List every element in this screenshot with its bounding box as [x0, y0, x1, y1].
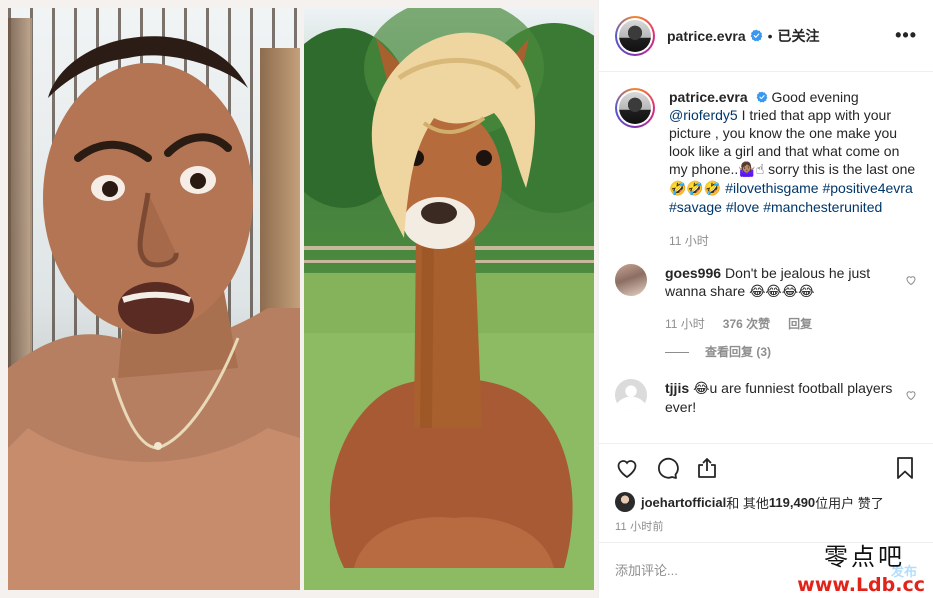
alpaca-photo [304, 8, 594, 590]
hashtag-link[interactable]: #love [726, 199, 759, 215]
comment-meta: 11 小时 376 次赞 回复 [665, 315, 897, 333]
post-header: patrice.evra • 已关注 ••• [599, 0, 933, 72]
caption-username[interactable]: patrice.evra [669, 89, 748, 105]
likes-suffix: 位用户 赞了 [815, 495, 884, 511]
post-image[interactable] [0, 0, 598, 598]
comment-likes[interactable]: 376 次赞 [723, 315, 770, 333]
comment-item: goes996 Don't be jealous he just wanna sh… [615, 264, 917, 361]
caption-avatar[interactable] [615, 88, 655, 128]
comment-emoji: 😂 [693, 381, 710, 397]
more-icon[interactable]: ••• [895, 25, 917, 46]
caption-emoji-1: 🤷🏽‍♀️☝ [738, 162, 765, 178]
caption: patrice.evra Good evening @rioferdy5 I t… [615, 88, 917, 250]
follow-status[interactable]: 已关注 [778, 26, 820, 46]
caption-text-1: Good evening [771, 89, 859, 105]
view-replies-label: 查看回复 (3) [705, 345, 772, 359]
hashtag-link[interactable]: #manchesterunited [763, 199, 882, 215]
share-icon[interactable] [695, 456, 719, 480]
comment-emoji: 😂😂😂😂 [749, 284, 815, 300]
author-username[interactable]: patrice.evra [667, 28, 746, 44]
separator-dot: • [767, 27, 773, 44]
likes-count[interactable]: 119,490 [769, 495, 815, 510]
commenter-username[interactable]: tjjis [665, 380, 689, 396]
verified-icon [756, 89, 772, 105]
comment-time[interactable]: 11 小时 [665, 315, 705, 333]
caption-time[interactable]: 11 小时 [669, 232, 709, 250]
replies-divider [665, 351, 689, 353]
commenter-username[interactable]: goes996 [665, 265, 721, 281]
likes-and: 和 其他 [726, 495, 769, 511]
hashtag-link[interactable]: #ilovethisgame [725, 180, 818, 196]
comment-heart-icon[interactable] [905, 274, 917, 286]
watermark-logo: 零点吧 [824, 543, 905, 571]
liker-username[interactable]: joehartofficial [641, 495, 726, 510]
comment-heart-icon[interactable] [905, 389, 917, 401]
man-photo [8, 8, 300, 590]
heart-icon[interactable] [615, 456, 639, 480]
post-panel: patrice.evra • 已关注 ••• patrice.evra Good… [598, 0, 933, 598]
commenter-avatar[interactable] [615, 379, 647, 411]
caption-emoji-2: 🤣🤣🤣 [669, 181, 722, 197]
caption-text-3: sorry this is the last one [764, 161, 916, 177]
author-avatar[interactable] [615, 15, 655, 56]
bookmark-icon[interactable] [893, 456, 917, 480]
action-bar [599, 444, 933, 492]
hashtag-link[interactable]: #positive4evra [822, 180, 912, 196]
watermark-url: www.Ldb.cc [797, 574, 925, 596]
commenter-avatar[interactable] [615, 264, 647, 296]
caption-meta: 11 小时 [669, 232, 917, 250]
post-timestamp[interactable]: 11 小时前 [599, 512, 933, 534]
mention-link[interactable]: @rioferdy5 [669, 107, 738, 123]
liker-avatar[interactable] [615, 492, 635, 512]
verified-icon [750, 29, 762, 42]
comment-item: tjjis 😂u are funniest football players ev… [615, 379, 917, 416]
hashtag-link[interactable]: #savage [669, 199, 722, 215]
reply-button[interactable]: 回复 [788, 315, 812, 333]
comment-icon[interactable] [655, 456, 679, 480]
likes-summary: joehartofficial 和 其他 119,490 位用户 赞了 [599, 492, 933, 512]
view-replies-button[interactable]: 查看回复 (3) [665, 343, 897, 361]
comments-section[interactable]: patrice.evra Good evening @rioferdy5 I t… [599, 72, 933, 444]
